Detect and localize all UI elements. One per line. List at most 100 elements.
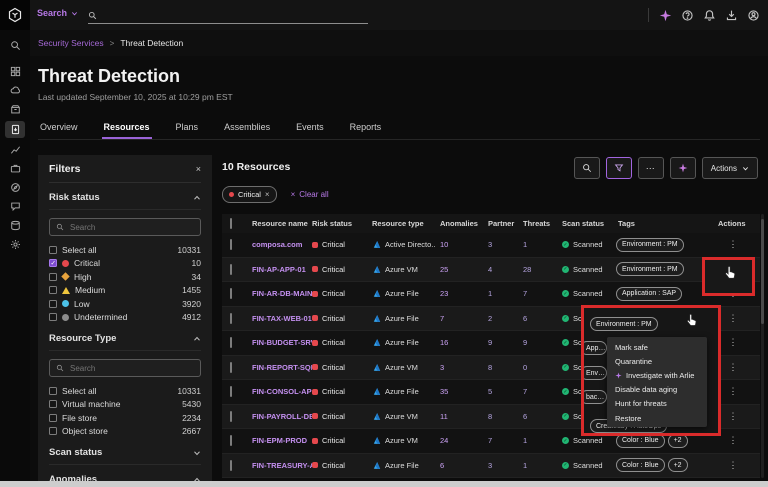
- menu-item-mark-safe[interactable]: Mark safe: [607, 340, 707, 354]
- tab-plans[interactable]: Plans: [174, 118, 201, 139]
- threats-count[interactable]: 7: [518, 387, 556, 396]
- filter-option-medium[interactable]: Medium1455: [49, 284, 201, 298]
- threats-count[interactable]: 28: [518, 265, 556, 274]
- global-search-input[interactable]: [88, 8, 368, 24]
- partner-count[interactable]: 4: [484, 265, 518, 274]
- checkbox[interactable]: [49, 246, 57, 254]
- select-all-checkbox[interactable]: [222, 219, 242, 228]
- filter-option-high[interactable]: High34: [49, 270, 201, 284]
- row-checkbox[interactable]: [222, 363, 242, 372]
- notifications-icon[interactable]: [703, 9, 716, 22]
- partner-count[interactable]: 8: [484, 412, 518, 421]
- partner-count[interactable]: 9: [484, 338, 518, 347]
- filter-option-virtual-machine[interactable]: Virtual machine5430: [49, 398, 201, 412]
- chart-icon[interactable]: [5, 142, 25, 157]
- database-icon[interactable]: [5, 218, 25, 233]
- row-checkbox[interactable]: [222, 289, 242, 298]
- chevron-up-icon[interactable]: [193, 335, 201, 343]
- filter-section-risk-status[interactable]: Risk status: [49, 192, 201, 210]
- actions-dropdown-button[interactable]: Actions: [702, 157, 758, 179]
- tab-overview[interactable]: Overview: [38, 118, 80, 139]
- chevron-down-icon[interactable]: [193, 449, 201, 457]
- filter-search[interactable]: [49, 218, 201, 236]
- tab-events[interactable]: Events: [294, 118, 326, 139]
- column-header-anomalies[interactable]: Anomalies: [436, 219, 484, 228]
- cloud-icon[interactable]: [5, 83, 25, 98]
- shield-icon[interactable]: [5, 121, 25, 138]
- compass-icon[interactable]: [5, 180, 25, 195]
- partner-count[interactable]: 8: [484, 363, 518, 372]
- filter-option-critical[interactable]: Critical10: [49, 257, 201, 271]
- partner-count[interactable]: 3: [484, 240, 518, 249]
- resource-name-link[interactable]: FIN-EPM-PROD: [242, 436, 312, 445]
- row-checkbox[interactable]: [222, 436, 242, 445]
- row-actions-menu-button[interactable]: ⋮: [716, 386, 760, 397]
- tag-chip[interactable]: Environment : PM: [616, 262, 684, 276]
- checkbox[interactable]: [49, 273, 57, 281]
- checkbox[interactable]: [49, 259, 57, 267]
- chat-icon[interactable]: [5, 199, 25, 214]
- anomalies-count[interactable]: 24: [436, 436, 484, 445]
- table-filter-button[interactable]: [606, 157, 632, 179]
- column-header-risk-status[interactable]: Risk status: [312, 219, 368, 228]
- help-icon[interactable]: [681, 9, 694, 22]
- account-icon[interactable]: [747, 9, 760, 22]
- breadcrumb-parent-link[interactable]: Security Services: [38, 38, 104, 48]
- app-logo-icon[interactable]: [0, 0, 30, 30]
- threats-count[interactable]: 9: [518, 338, 556, 347]
- resource-name-link[interactable]: FIN-AP-APP-01: [242, 265, 312, 274]
- threats-count[interactable]: 6: [518, 412, 556, 421]
- column-header-resource-type[interactable]: Resource type: [368, 219, 436, 228]
- tag-chip[interactable]: Environment : PM: [616, 238, 684, 252]
- tag-chip[interactable]: Color : Blue: [616, 458, 665, 472]
- row-checkbox[interactable]: [222, 461, 242, 470]
- tag-chip[interactable]: +2: [668, 458, 688, 472]
- checkbox[interactable]: [49, 427, 57, 435]
- menu-item-quarantine[interactable]: Quarantine: [607, 354, 707, 368]
- anomalies-count[interactable]: 23: [436, 289, 484, 298]
- column-header-actions[interactable]: Actions: [716, 219, 760, 228]
- checkbox[interactable]: [49, 414, 57, 422]
- tab-resources[interactable]: Resources: [102, 118, 152, 139]
- anomalies-count[interactable]: 6: [436, 461, 484, 470]
- row-checkbox[interactable]: [222, 387, 242, 396]
- threats-count[interactable]: 0: [518, 363, 556, 372]
- filter-search[interactable]: [49, 359, 201, 377]
- partner-count[interactable]: 5: [484, 387, 518, 396]
- resource-name-link[interactable]: FIN-CONSOL-APP: [242, 387, 312, 396]
- resource-name-link[interactable]: FIN-BUDGET-SRV: [242, 338, 312, 347]
- anomalies-count[interactable]: 16: [436, 338, 484, 347]
- resource-name-link[interactable]: FIN-TAX-WEB-01: [242, 314, 312, 323]
- tab-reports[interactable]: Reports: [348, 118, 384, 139]
- row-actions-menu-button[interactable]: ⋮: [716, 362, 760, 373]
- search-icon[interactable]: [5, 38, 25, 53]
- filter-option-undetermined[interactable]: Undetermined4912: [49, 311, 201, 325]
- row-checkbox[interactable]: [222, 240, 242, 249]
- resource-name-link[interactable]: FIN-AR-DB-MAIN: [242, 289, 312, 298]
- row-checkbox[interactable]: [222, 314, 242, 323]
- filter-option-select-all[interactable]: Select all10331: [49, 243, 201, 257]
- remove-filter-icon[interactable]: ×: [265, 190, 270, 199]
- anomalies-count[interactable]: 11: [436, 412, 484, 421]
- filter-section-scan-status[interactable]: Scan status: [49, 447, 201, 465]
- menu-item-investigate-with-arlie[interactable]: Investigate with Arlie: [607, 368, 707, 382]
- table-assistant-button[interactable]: [670, 157, 696, 179]
- anomalies-count[interactable]: 7: [436, 314, 484, 323]
- column-header-resource-name[interactable]: Resource name: [242, 219, 312, 228]
- anomalies-count[interactable]: 35: [436, 387, 484, 396]
- menu-item-disable-data-aging[interactable]: Disable data aging: [607, 383, 707, 397]
- row-actions-menu-button[interactable]: ⋮: [716, 460, 760, 471]
- checkbox[interactable]: [49, 400, 57, 408]
- checkbox[interactable]: [49, 313, 57, 321]
- close-icon[interactable]: ×: [196, 164, 201, 174]
- clear-all-button[interactable]: × Clear all: [291, 190, 329, 199]
- filter-section-resource-type[interactable]: Resource Type: [49, 333, 201, 351]
- table-search-button[interactable]: [574, 157, 600, 179]
- column-header-partner[interactable]: Partner: [484, 219, 518, 228]
- resource-name-link[interactable]: FIN-TREASURY-APP: [242, 461, 312, 470]
- anomalies-count[interactable]: 10: [436, 240, 484, 249]
- filter-option-low[interactable]: Low3920: [49, 297, 201, 311]
- column-header-scan-status[interactable]: Scan status: [556, 219, 616, 228]
- archive-icon[interactable]: [5, 102, 25, 117]
- row-checkbox[interactable]: [222, 265, 242, 274]
